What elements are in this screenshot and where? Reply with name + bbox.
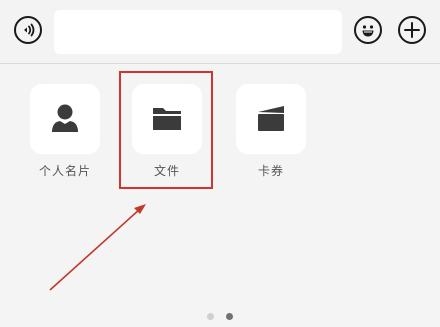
wallet-icon (258, 106, 284, 131)
coupon-tile[interactable] (236, 84, 306, 154)
plus-icon (404, 22, 420, 38)
business-card-tile[interactable] (30, 84, 100, 154)
coupon-label: 卡券 (257, 164, 284, 178)
emoji-button[interactable] (354, 16, 382, 44)
emoji-icon (362, 25, 374, 37)
folder-icon (153, 108, 181, 130)
file-label: 文件 (153, 164, 180, 178)
message-input[interactable] (54, 10, 342, 54)
page-dot-2-active[interactable] (226, 313, 233, 320)
chat-input-bar (0, 0, 440, 64)
page-dot-1[interactable] (207, 313, 214, 320)
file-tile[interactable] (132, 84, 202, 154)
business-card-label: 个人名片 (38, 164, 91, 178)
voice-input-icon (24, 23, 35, 37)
person-icon (52, 104, 78, 132)
more-functions-button[interactable] (398, 16, 426, 44)
voice-input-button[interactable] (14, 16, 42, 44)
